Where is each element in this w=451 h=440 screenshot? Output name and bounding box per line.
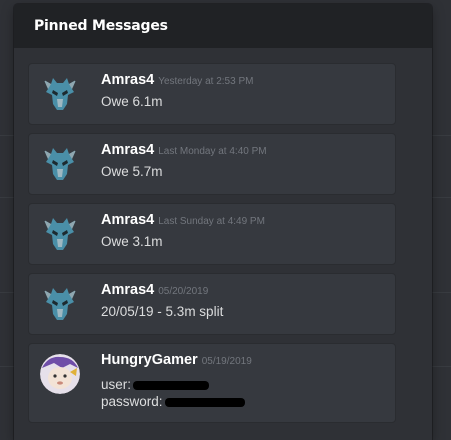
pinned-messages-list[interactable]: Amras4 Yesterday at 2:53 PM Owe 6.1m Amra… [14, 48, 432, 440]
message-timestamp: 05/20/2019 [158, 286, 209, 297]
popout-title: Pinned Messages [34, 18, 168, 34]
password-line: password: [101, 393, 245, 410]
pinned-message[interactable]: Amras4 Yesterday at 2:53 PM Owe 6.1m [28, 63, 396, 125]
message-content: user: password: [101, 376, 245, 410]
user-label: user: [101, 377, 132, 392]
pinned-message[interactable]: Amras4 Last Sunday at 4:49 PM Owe 3.1m [28, 203, 396, 265]
dragon-avatar-icon[interactable] [40, 284, 80, 324]
dragon-avatar-icon[interactable] [40, 144, 80, 184]
message-content: 20/05/19 - 5.3m split [101, 304, 224, 319]
message-author[interactable]: Amras4 [101, 212, 154, 228]
message-content: Owe 3.1m [101, 234, 163, 249]
message-content: Owe 5.7m [101, 164, 163, 179]
message-author[interactable]: Amras4 [101, 142, 154, 158]
message-author[interactable]: HungryGamer [101, 352, 198, 368]
pinned-message[interactable]: Amras4 05/20/2019 20/05/19 - 5.3m split [28, 273, 396, 335]
message-timestamp: Yesterday at 2:53 PM [158, 76, 254, 87]
password-label: password: [101, 394, 163, 409]
message-content: Owe 6.1m [101, 94, 163, 109]
message-timestamp: Last Sunday at 4:49 PM [158, 216, 265, 227]
redaction-mark [164, 397, 245, 407]
message-author[interactable]: Amras4 [101, 282, 154, 298]
pinned-message[interactable]: Amras4 Last Monday at 4:40 PM Owe 5.7m [28, 133, 396, 195]
dragon-avatar-icon[interactable] [40, 74, 80, 114]
message-author[interactable]: Amras4 [101, 72, 154, 88]
dragon-avatar-icon[interactable] [40, 214, 80, 254]
pinned-message[interactable]: HungryGamer 05/19/2019 user: password: [28, 343, 396, 423]
message-timestamp: 05/19/2019 [201, 356, 252, 367]
message-timestamp: Last Monday at 4:40 PM [158, 146, 267, 157]
popout-header: Pinned Messages [14, 4, 432, 48]
user-line: user: [101, 376, 245, 393]
pinned-messages-popout: Pinned Messages Amras4 Yesterday at 2:53 … [14, 4, 432, 440]
redaction-mark [133, 380, 210, 390]
baby-avatar-icon[interactable] [40, 354, 80, 394]
